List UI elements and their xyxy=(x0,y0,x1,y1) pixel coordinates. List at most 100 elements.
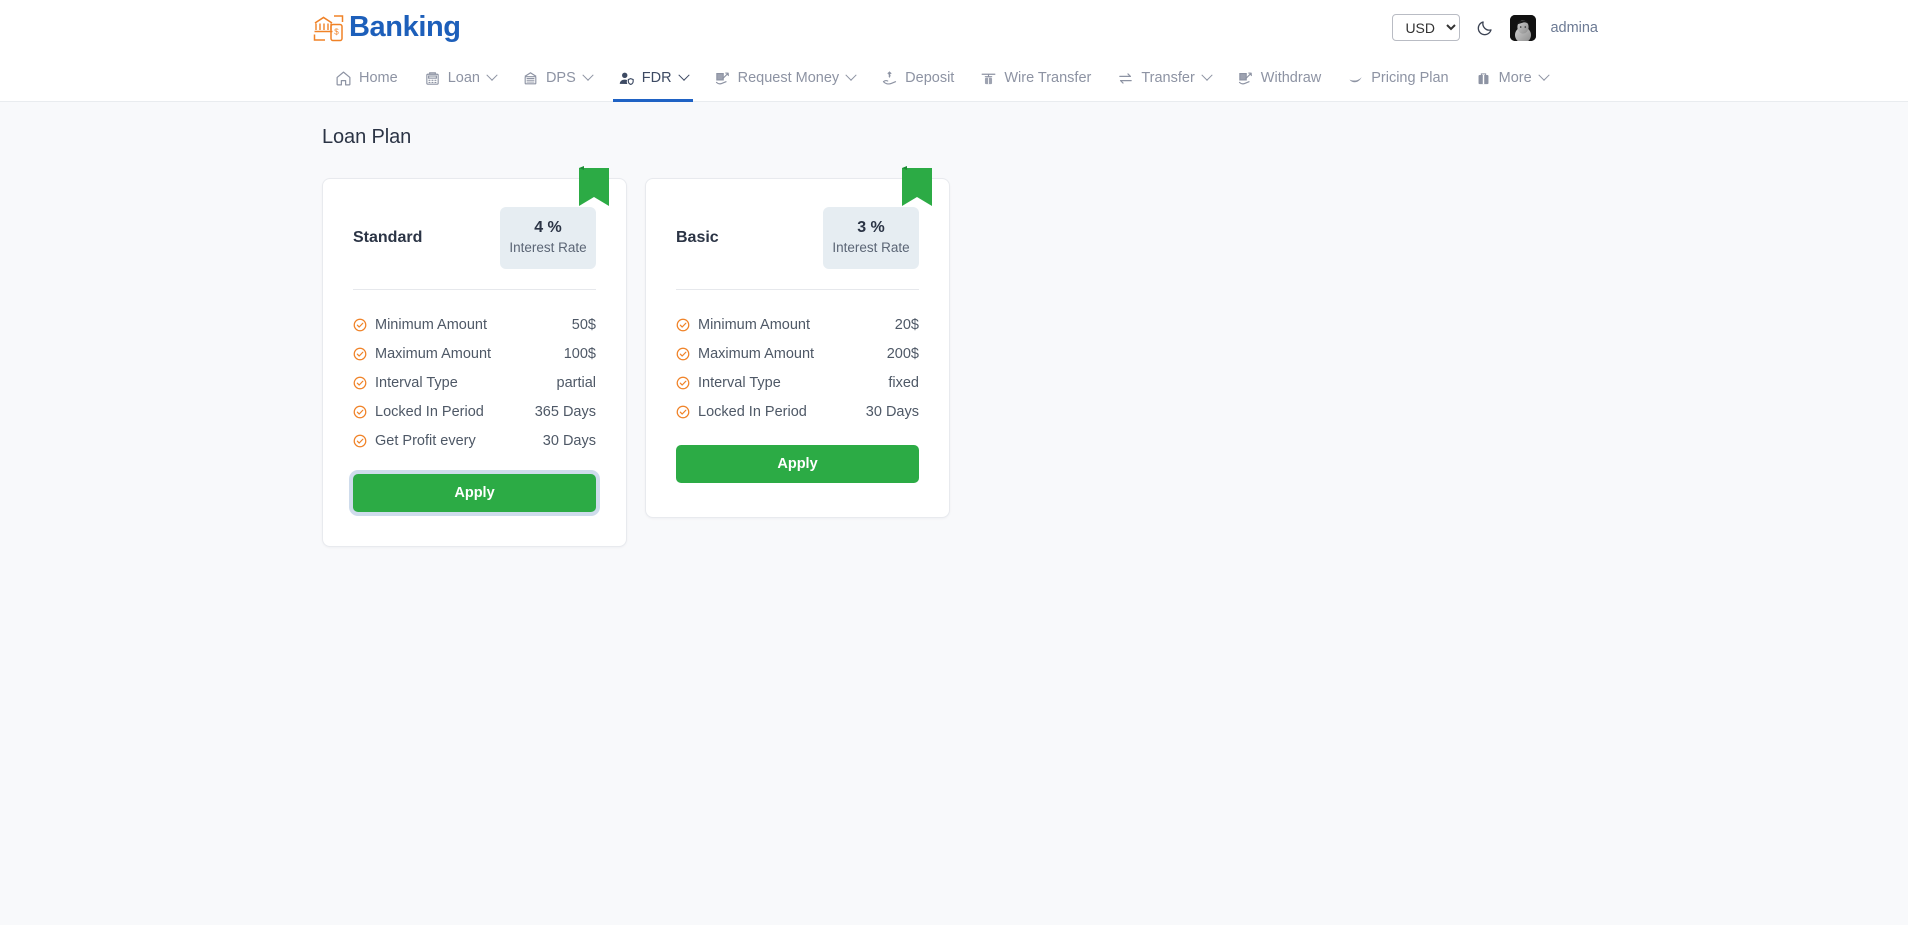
hand-coin-icon: $ xyxy=(881,70,898,87)
chevron-down-icon xyxy=(582,69,594,81)
brand-name: Banking xyxy=(349,11,461,43)
chevron-down-icon xyxy=(486,69,498,81)
interest-rate-badge: 4 % Interest Rate xyxy=(500,207,596,270)
plan-card-basic: Basic 3 % Interest Rate Minimum Amount 2… xyxy=(645,166,950,519)
chevron-down-icon xyxy=(677,69,690,81)
feature-label: Minimum Amount xyxy=(375,316,488,333)
swoosh-icon xyxy=(1347,70,1364,87)
check-circle-icon xyxy=(353,318,367,332)
check-circle-icon xyxy=(353,434,367,448)
chevron-down-icon xyxy=(845,69,857,81)
interest-rate-label: Interest Rate xyxy=(832,240,910,256)
feature-value: 30 Days xyxy=(865,403,919,420)
nav-item-request-money[interactable]: Request Money xyxy=(701,55,869,101)
nav-label: Deposit xyxy=(905,69,955,86)
check-circle-icon xyxy=(676,405,690,419)
hand-pen-icon xyxy=(1237,70,1254,87)
interest-rate-value: 3 % xyxy=(857,219,885,236)
apply-button[interactable]: Apply xyxy=(676,445,919,484)
page-content: Loan Plan Standard 4 % Interest Rate Min… xyxy=(0,102,1908,925)
bank-icon xyxy=(522,70,539,87)
list-item: Maximum Amount 100$ xyxy=(353,339,596,368)
plan-name: Basic xyxy=(676,229,719,246)
feature-label: Interval Type xyxy=(698,374,781,391)
plan-card-header: Standard 4 % Interest Rate xyxy=(353,207,596,270)
feature-value: 20$ xyxy=(894,316,919,333)
exchange-arrows-icon xyxy=(1117,70,1134,87)
nav-label: Loan xyxy=(447,69,480,86)
feature-value: 50$ xyxy=(571,316,596,333)
ribbon-bookmark-icon xyxy=(902,166,932,211)
nav-label: FDR xyxy=(641,69,672,86)
list-item: Locked In Period 365 Days xyxy=(353,397,596,426)
interest-rate-label: Interest Rate xyxy=(509,240,587,256)
nav-item-home[interactable]: Home xyxy=(322,55,411,101)
currency-select[interactable]: USD xyxy=(1392,14,1461,41)
apply-button[interactable]: Apply xyxy=(353,474,596,513)
list-item: Maximum Amount 200$ xyxy=(676,339,919,368)
nav-label: Request Money xyxy=(737,69,840,86)
nav-label: More xyxy=(1498,69,1532,86)
nav-item-withdraw[interactable]: Withdraw xyxy=(1224,55,1334,101)
feature-label: Minimum Amount xyxy=(698,316,811,333)
svg-text:$: $ xyxy=(888,72,891,78)
check-circle-icon xyxy=(676,347,690,361)
calculator-icon xyxy=(424,70,441,87)
plan-card-header: Basic 3 % Interest Rate xyxy=(676,207,919,270)
check-circle-icon xyxy=(676,318,690,332)
bank-building-mobile-money-icon: $ xyxy=(312,12,346,44)
check-circle-icon xyxy=(676,376,690,390)
nav-item-loan[interactable]: Loan xyxy=(411,55,509,101)
nav-label: DPS xyxy=(545,69,576,86)
feature-label: Maximum Amount xyxy=(375,345,492,362)
plan-feature-list: Minimum Amount 20$ Maximum Amount 200$ I… xyxy=(676,290,919,426)
plan-card-standard: Standard 4 % Interest Rate Minimum Amoun… xyxy=(322,166,627,548)
nav-item-wire-transfer[interactable]: Wire Transfer xyxy=(967,55,1104,101)
briefcase-icon xyxy=(1475,70,1492,87)
cable-car-icon xyxy=(980,70,997,87)
feature-label: Get Profit every xyxy=(375,432,476,449)
feature-value: 30 Days xyxy=(542,432,596,449)
interest-rate-value: 4 % xyxy=(534,219,562,236)
list-item: Locked In Period 30 Days xyxy=(676,397,919,426)
plan-name: Standard xyxy=(353,229,423,246)
interest-rate-badge: 3 % Interest Rate xyxy=(823,207,919,270)
plan-feature-list: Minimum Amount 50$ Maximum Amount 100$ I… xyxy=(353,290,596,455)
brand-logo-link[interactable]: $ Banking xyxy=(312,12,461,44)
list-item: Minimum Amount 20$ xyxy=(676,310,919,339)
list-item: Get Profit every 30 Days xyxy=(353,426,596,455)
main-navigation: Home Loan DPS FDR Request Money $ Deposi… xyxy=(0,55,1908,102)
chevron-down-icon xyxy=(1537,69,1550,81)
nav-label: Transfer xyxy=(1141,69,1195,86)
feature-value: 200$ xyxy=(886,345,919,362)
nav-item-transfer[interactable]: Transfer xyxy=(1104,55,1223,101)
list-item: Minimum Amount 50$ xyxy=(353,310,596,339)
feature-label: Locked In Period xyxy=(375,403,484,420)
nav-label: Wire Transfer xyxy=(1004,69,1092,86)
user-shield-icon xyxy=(618,70,635,87)
ribbon-bookmark-icon xyxy=(579,166,609,211)
top-bar-right: USD admina xyxy=(1392,14,1888,41)
list-item: Interval Type partial xyxy=(353,368,596,397)
username-label[interactable]: admina xyxy=(1550,20,1598,36)
feature-value: fixed xyxy=(888,374,919,391)
svg-text:$: $ xyxy=(334,27,339,36)
check-circle-icon xyxy=(353,376,367,390)
nav-label: Home xyxy=(359,69,398,86)
nav-item-deposit[interactable]: $ Deposit xyxy=(868,55,967,101)
moon-icon[interactable] xyxy=(1474,17,1496,39)
page-title: Loan Plan xyxy=(322,126,412,148)
home-icon xyxy=(335,70,352,87)
check-circle-icon xyxy=(353,405,367,419)
nav-item-pricing-plan[interactable]: Pricing Plan xyxy=(1334,55,1461,101)
nav-item-more[interactable]: More xyxy=(1462,55,1561,101)
feature-label: Interval Type xyxy=(375,374,458,391)
hand-request-icon xyxy=(714,70,731,87)
avatar[interactable] xyxy=(1510,14,1537,41)
nav-label: Pricing Plan xyxy=(1371,69,1449,86)
feature-label: Locked In Period xyxy=(698,403,807,420)
nav-item-dps[interactable]: DPS xyxy=(509,55,605,101)
feature-value: 365 Days xyxy=(534,403,596,420)
list-item: Interval Type fixed xyxy=(676,368,919,397)
nav-item-fdr[interactable]: FDR xyxy=(605,55,701,102)
